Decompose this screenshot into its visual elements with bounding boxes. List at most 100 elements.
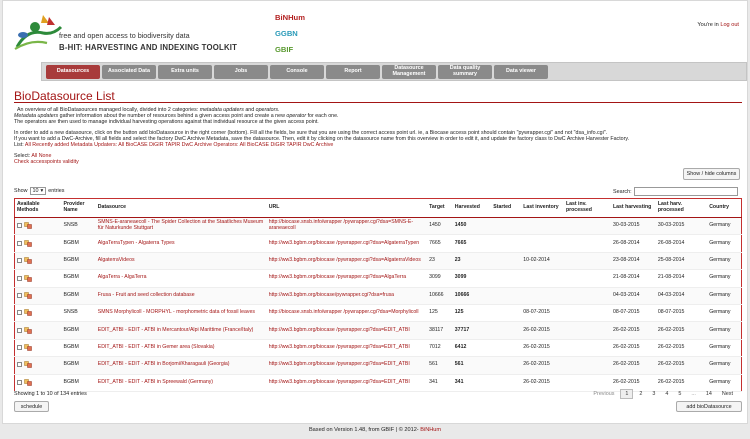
datasource-table: Available Methods Provider Name Datasour…	[14, 198, 742, 392]
table-row: BGBM Frusa - Fruit and seed collection da…	[14, 287, 742, 305]
harvest-methods-icon[interactable]	[24, 240, 32, 247]
harvest-methods-icon[interactable]	[24, 274, 32, 282]
pager-page-1[interactable]: 1	[620, 389, 634, 399]
url-link[interactable]: http://ww3.bgbm.org/biocase /pywrapper.c…	[269, 274, 406, 281]
table-info: Showing 1 to 10 of 134 entries	[14, 391, 87, 397]
datasource-link[interactable]: AlgaTerraTypen - Algaterra Types	[98, 240, 175, 246]
schedule-button[interactable]: schedule	[14, 401, 49, 412]
pager-next[interactable]: Next	[718, 390, 737, 398]
pager-page-5[interactable]: 5	[674, 390, 685, 398]
tab-datasources[interactable]: Datasources	[46, 65, 100, 79]
row-checkbox[interactable]	[17, 223, 22, 229]
entries-select[interactable]: 10 ▾	[29, 187, 47, 195]
tab-data-viewer[interactable]: Data viewer	[494, 65, 548, 79]
col-last-inventory[interactable]: Last inventory	[521, 198, 564, 218]
last-inventory-cell: 26-02-2015	[523, 344, 550, 351]
harvest-methods-icon[interactable]	[24, 257, 32, 264]
datasource-link[interactable]: AlgaterraVideos	[98, 257, 135, 263]
list-filter-links[interactable]: All Recently added Metadata Updaters: Al…	[25, 142, 333, 148]
pager-ellipsis: ...	[691, 391, 696, 397]
col-target[interactable]: Target	[427, 198, 453, 218]
url-link[interactable]: http://ww3.bgbm.org/biocase /pywrapper.c…	[269, 327, 410, 333]
harvested-cell: 23	[454, 257, 461, 264]
datasource-link[interactable]: SMNS Morphylicoll - MORPHYL - morphometr…	[98, 309, 255, 315]
col-datasource[interactable]: Datasource	[95, 198, 267, 218]
col-country[interactable]: Country	[707, 198, 742, 218]
footer-binhum-link[interactable]: BiNHum	[420, 427, 441, 433]
harvested-cell: 341	[454, 378, 464, 385]
tab-data-quality-summary[interactable]: Data quality summary	[438, 65, 492, 79]
harvest-methods-icon[interactable]	[24, 344, 32, 351]
url-link[interactable]: http://ww3.bgbm.org/biocase/pywrapper.cg…	[269, 292, 394, 298]
logout-link[interactable]: Log out	[720, 22, 739, 28]
tab-console[interactable]: Console	[270, 65, 324, 79]
row-checkbox[interactable]	[17, 327, 22, 333]
url-link[interactable]: http://ww3.bgbm.org/biocase /pywrapper.c…	[269, 379, 410, 385]
methods-cell	[14, 321, 62, 340]
datasource-link[interactable]: EDIT_ATBI - EDIT - ATBI in Borjomi/Khara…	[98, 361, 230, 368]
harvest-methods-icon[interactable]	[24, 292, 32, 299]
harvest-methods-icon[interactable]	[24, 361, 32, 369]
partner-gbif[interactable]: GBIF	[275, 45, 293, 54]
target-cell: 7665	[429, 239, 441, 246]
provider-cell: BGBM	[63, 344, 79, 351]
col-last-harv-processed[interactable]: Last harv. processed	[655, 198, 708, 218]
col-available-methods[interactable]: Available Methods	[14, 198, 62, 218]
row-checkbox[interactable]	[17, 292, 22, 298]
check-accesspoints-link[interactable]: Check accesspoints validity	[14, 159, 79, 165]
provider-cell: BGBM	[63, 291, 79, 298]
col-url[interactable]: URL	[266, 198, 428, 218]
col-last-harvesting[interactable]: Last harvesting	[610, 198, 656, 218]
datasource-link[interactable]: EDIT_ATBI - EDIT - ATBI in Spreewald (Ge…	[98, 379, 213, 385]
col-provider-name[interactable]: Provider Name	[61, 198, 96, 218]
country-cell: Germany	[709, 222, 731, 229]
row-checkbox[interactable]	[17, 310, 22, 316]
col-last-inv-processed[interactable]: Last inv. processed	[563, 198, 611, 218]
row-checkbox[interactable]	[17, 379, 22, 385]
url-link[interactable]: http://biocase.snsb.info/wrapper /pywrap…	[269, 309, 419, 315]
harvest-methods-icon[interactable]	[24, 326, 32, 334]
col-started[interactable]: Started	[491, 198, 522, 218]
harvest-methods-icon[interactable]	[24, 379, 32, 386]
pager-previous[interactable]: Previous	[589, 390, 618, 398]
country-cell: Germany	[709, 378, 731, 385]
row-checkbox[interactable]	[17, 345, 22, 351]
country-cell: Germany	[709, 361, 731, 368]
last-harv-processed-cell: 30-03-2015	[657, 222, 685, 229]
pager-page-last[interactable]: 14	[702, 390, 716, 398]
tab-extra-units[interactable]: Extra units	[158, 65, 212, 79]
datasource-link[interactable]: EDIT_ATBI - EDIT - ATBI in Mercantour/Al…	[98, 327, 254, 333]
add-biodatasource-button[interactable]: add bioDatasource	[676, 401, 742, 412]
tab-report[interactable]: Report	[326, 65, 380, 79]
datasource-link[interactable]: AlgaTerra - AlgaTerra	[98, 274, 147, 281]
partner-ggbn[interactable]: GGBN	[275, 29, 298, 38]
url-link[interactable]: http://ww3.bgbm.org/biocase /pywrapper.c…	[269, 361, 410, 368]
tab-jobs[interactable]: Jobs	[214, 65, 268, 79]
harvest-methods-icon[interactable]	[24, 222, 32, 230]
methods-cell	[14, 374, 62, 392]
url-link[interactable]: http://ww3.bgbm.org/biocase /pywrapper.c…	[269, 240, 419, 246]
row-checkbox[interactable]	[17, 258, 22, 264]
row-checkbox[interactable]	[17, 240, 22, 246]
pager-page-2[interactable]: 2	[635, 390, 646, 398]
datasource-link[interactable]: SMNS-E-araneaecoll - The Spider Collecti…	[98, 219, 263, 231]
provider-cell: BGBM	[63, 326, 79, 333]
pager-page-3[interactable]: 3	[648, 390, 659, 398]
country-cell: Germany	[709, 239, 731, 246]
row-checkbox[interactable]	[17, 362, 22, 368]
tab-datasource-management[interactable]: Datasource Management	[382, 65, 436, 79]
search-input[interactable]	[633, 187, 738, 196]
col-harvested[interactable]: Harvested	[452, 198, 492, 218]
table-row: BGBM AlgaTerra - AlgaTerra http://ww3.bgbm…	[14, 269, 742, 288]
partner-binhum[interactable]: BiNHum	[275, 13, 305, 22]
harvest-methods-icon[interactable]	[24, 309, 32, 317]
datasource-link[interactable]: EDIT_ATBI - EDIT - ATBI in Gemer area (S…	[98, 344, 215, 350]
datasource-link[interactable]: Frusa - Fruit and seed collection databa…	[98, 292, 195, 298]
pager-page-4[interactable]: 4	[661, 390, 672, 398]
url-link[interactable]: http://ww3.bgbm.org/biocase /pywrapper.c…	[269, 344, 410, 350]
url-link[interactable]: http://biocase.snsb.info/wrapper /pywrap…	[269, 219, 413, 231]
show-hide-columns-button[interactable]: Show / hide columns	[683, 168, 740, 180]
url-link[interactable]: http://ww3.bgbm.org/biocase /pywrapper.c…	[269, 257, 421, 263]
tab-associated-data[interactable]: Associated Data	[102, 65, 156, 79]
row-checkbox[interactable]	[17, 275, 22, 281]
